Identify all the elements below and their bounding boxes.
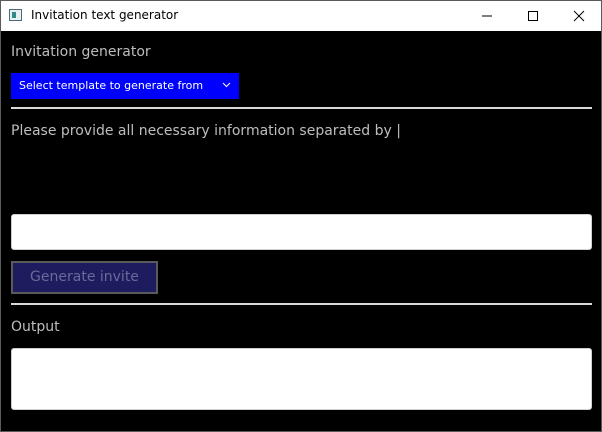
close-button[interactable] [556,1,601,31]
minimize-icon [482,15,492,17]
maximize-button[interactable] [510,1,556,31]
window-title: Invitation text generator [31,8,179,22]
template-select-value: Select template to generate from [19,79,204,92]
instructions-label: Please provide all necessary information… [11,123,401,139]
page-heading: Invitation generator [11,44,151,60]
title-bar[interactable]: Invitation text generator [1,1,601,31]
close-icon [573,10,585,22]
generate-invite-button[interactable]: Generate invite [11,261,158,294]
maximize-icon [528,11,538,21]
app-icon [9,9,22,21]
chevron-down-icon [222,82,231,88]
output-label: Output [11,319,60,335]
divider [11,107,592,109]
information-input[interactable] [11,214,592,250]
divider [11,303,592,305]
output-textarea[interactable] [11,348,592,410]
main-content: Invitation generator Select template to … [1,32,601,431]
template-select[interactable]: Select template to generate from [11,73,239,99]
app-window: Invitation text generator Invitation gen… [0,0,602,432]
minimize-button[interactable] [464,1,510,31]
